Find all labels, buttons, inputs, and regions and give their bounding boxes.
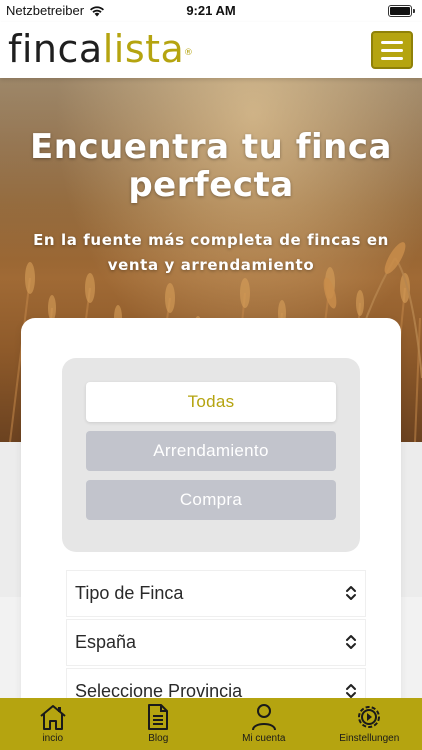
tipo-finca-value: Tipo de Finca xyxy=(75,583,184,603)
menu-icon-bar xyxy=(381,40,403,44)
chevron-up-down-icon xyxy=(346,635,356,649)
menu-icon-bar xyxy=(381,56,403,60)
status-bar: Netzbetreiber 9:21 AM xyxy=(0,0,422,22)
segment-compra-button[interactable]: Compra xyxy=(86,480,336,520)
hero-title: Encuentra tu finca perfecta xyxy=(30,127,392,205)
segment-arrendamiento-button[interactable]: Arrendamiento xyxy=(86,431,336,471)
bottom-tab-bar: incio Blog Mi cuenta Einstellungen xyxy=(0,698,422,750)
document-icon xyxy=(148,704,169,730)
home-icon xyxy=(40,705,66,730)
tab-label: Einstellungen xyxy=(339,733,400,744)
search-card: Todas Arrendamiento Compra Tipo de Finca… xyxy=(21,318,401,750)
logo-text-dark: finca xyxy=(8,27,103,71)
battery-icon xyxy=(388,5,415,17)
logo-text-accent: lista xyxy=(102,27,185,71)
country-select[interactable]: España xyxy=(66,619,366,666)
settings-icon xyxy=(358,706,381,728)
registered-mark: ® xyxy=(183,48,194,58)
segment-todas-button[interactable]: Todas xyxy=(86,382,336,422)
tab-inicio[interactable]: incio xyxy=(0,698,106,750)
tab-einstellungen[interactable]: Einstellungen xyxy=(317,698,422,750)
tab-label: incio xyxy=(42,733,64,744)
listing-type-segment: Todas Arrendamiento Compra xyxy=(62,358,360,552)
menu-icon-bar xyxy=(381,48,403,52)
hero-subtitle: En la fuente más completa de fincas en v… xyxy=(33,231,389,274)
tab-blog[interactable]: Blog xyxy=(106,698,212,750)
country-value: España xyxy=(75,632,137,652)
hamburger-menu-button[interactable] xyxy=(371,31,413,69)
app-header: fincalista ® xyxy=(0,22,422,78)
tab-mi-cuenta[interactable]: Mi cuenta xyxy=(211,698,317,750)
user-icon xyxy=(251,704,276,731)
status-time: 9:21 AM xyxy=(186,3,236,18)
tab-label: Blog xyxy=(148,733,169,744)
chevron-up-down-icon xyxy=(346,684,356,698)
fincalista-logo[interactable]: fincalista ® xyxy=(8,27,193,71)
chevron-up-down-icon xyxy=(346,586,356,600)
tab-label: Mi cuenta xyxy=(242,733,286,744)
tipo-finca-select[interactable]: Tipo de Finca xyxy=(66,570,366,617)
